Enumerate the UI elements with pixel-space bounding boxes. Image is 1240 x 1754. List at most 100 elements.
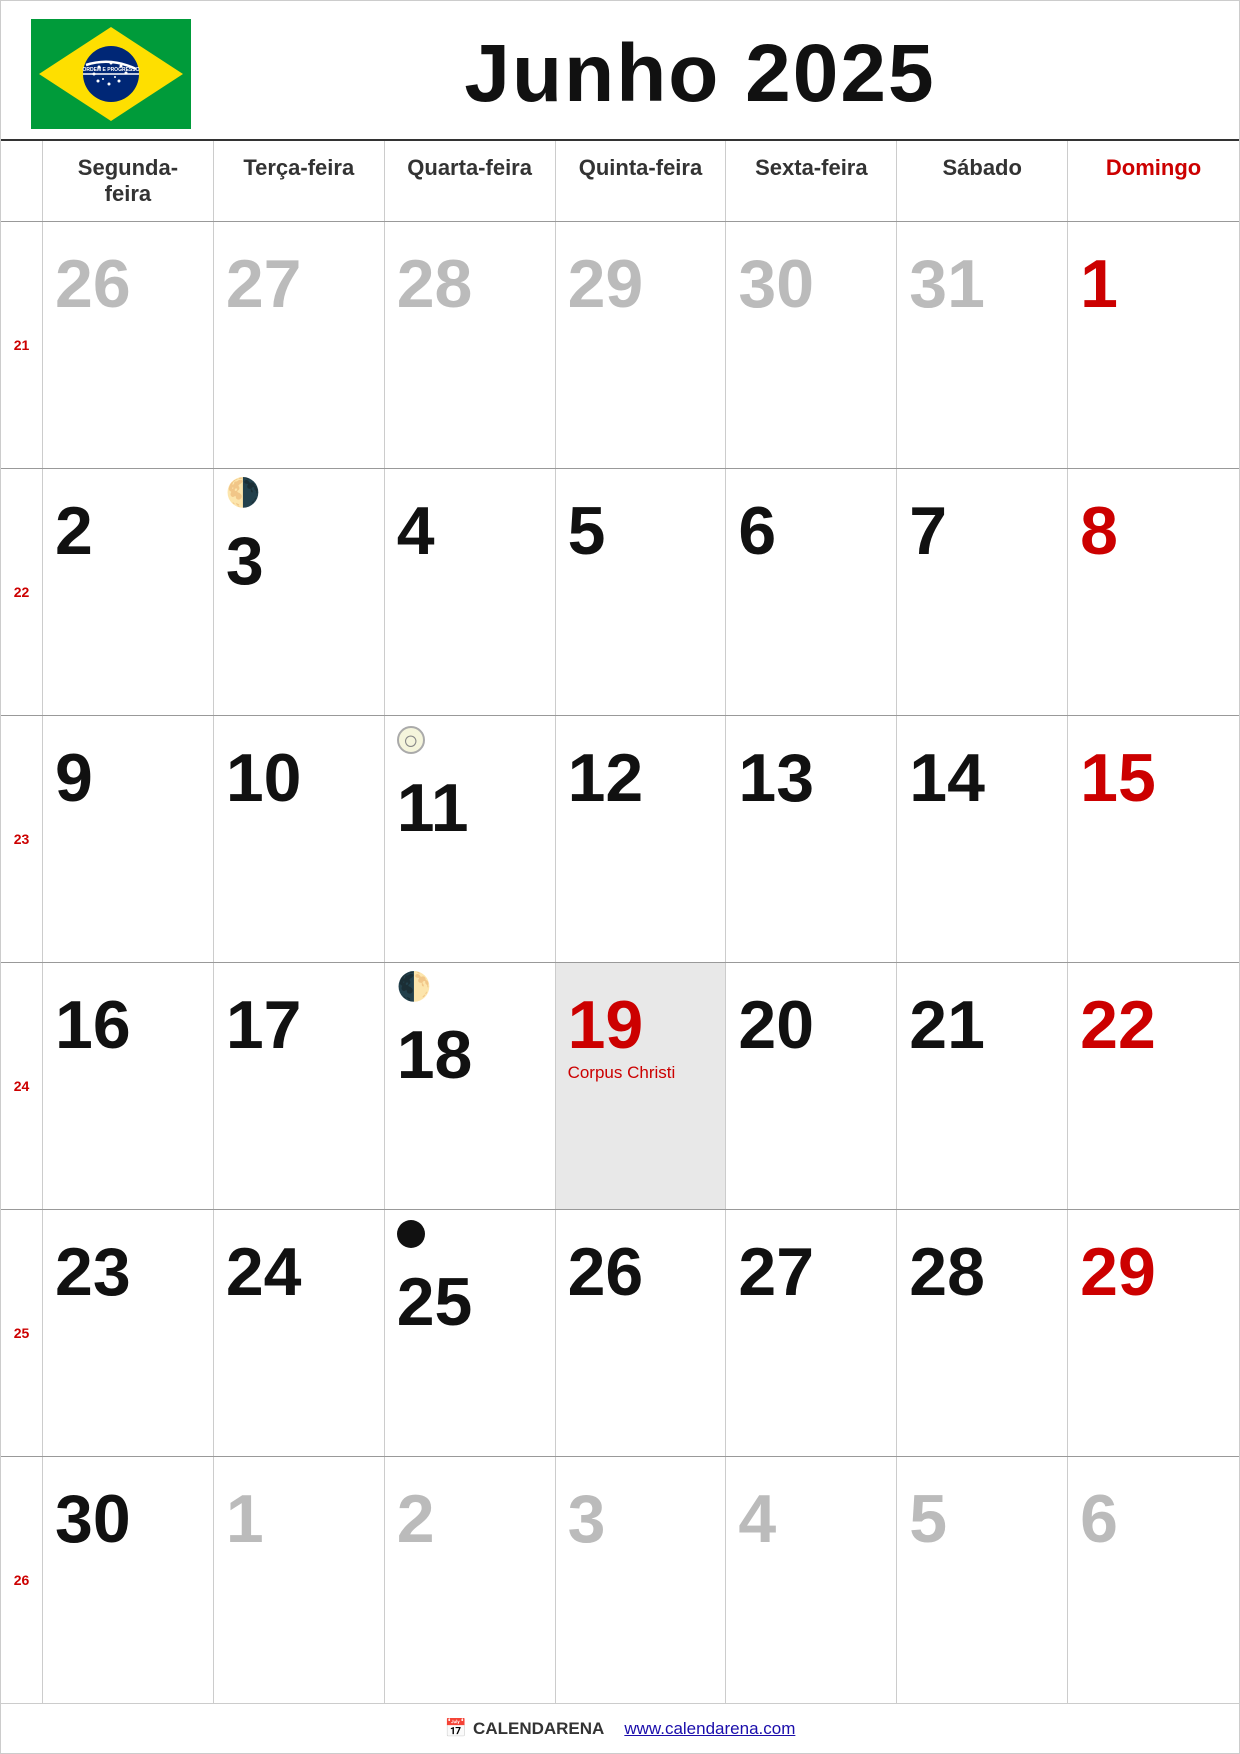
day-num: 23 (55, 1238, 131, 1306)
day-cell-jun2: 2 (43, 469, 214, 715)
day-num: 26 (568, 1238, 644, 1306)
day-num: 28 (397, 250, 473, 318)
week-number-25: 25 (1, 1210, 43, 1456)
day-cell-jun27: 27 (726, 1210, 897, 1456)
day-cell-jun11: ○ 11 (385, 716, 556, 962)
footer: 📅 CALENDARENA www.calendarena.com (1, 1703, 1239, 1753)
day-num: 31 (909, 250, 985, 318)
day-cell-may30: 30 (726, 222, 897, 468)
day-num: 27 (738, 1238, 814, 1306)
day-num: 27 (226, 250, 302, 318)
day-num: 9 (55, 744, 93, 812)
day-cell-jul2: 2 (385, 1457, 556, 1703)
header: ORDEM E PROGRESSO Junho 2025 (1, 1, 1239, 141)
day-num: 8 (1080, 497, 1118, 565)
day-cell-jun20: 20 (726, 963, 897, 1209)
day-cell-jun3: 🌗 3 (214, 469, 385, 715)
day-num: 1 (1080, 250, 1118, 318)
day-cell-jun12: 12 (556, 716, 727, 962)
day-num: 18 (397, 1021, 473, 1089)
holiday-label-corpus-christi: Corpus Christi (568, 1063, 676, 1083)
day-num: 6 (1080, 1485, 1118, 1553)
week-row-26: 26 30 1 2 3 4 5 6 (1, 1457, 1239, 1703)
day-cell-jun8: 8 (1068, 469, 1239, 715)
day-num: 17 (226, 991, 302, 1059)
day-num: 5 (568, 497, 606, 565)
day-cell-jun6: 6 (726, 469, 897, 715)
header-monday: Segunda-feira (43, 141, 214, 221)
day-cell-jun13: 13 (726, 716, 897, 962)
day-cell-jun25: 25 (385, 1210, 556, 1456)
header-saturday: Sábado (897, 141, 1068, 221)
day-cell-may31: 31 (897, 222, 1068, 468)
day-num-holiday: 19 (568, 991, 644, 1059)
day-cell-jun7: 7 (897, 469, 1068, 715)
day-num: 28 (909, 1238, 985, 1306)
week-row-24: 24 16 17 🌓 18 19 Corpus Christi 20 21 22 (1, 963, 1239, 1210)
moon-full-moon-icon (397, 1220, 425, 1248)
day-num: 1 (226, 1485, 264, 1553)
day-num: 24 (226, 1238, 302, 1306)
day-num: 3 (226, 527, 264, 595)
week-row-22: 22 2 🌗 3 4 5 6 7 8 (1, 469, 1239, 716)
day-cell-jun26: 26 (556, 1210, 727, 1456)
day-num: 4 (738, 1485, 776, 1553)
day-num: 20 (738, 991, 814, 1059)
moon-new-moon-icon: ○ (397, 726, 425, 754)
moon-last-quarter-icon: 🌗 (226, 479, 261, 507)
footer-url[interactable]: www.calendarena.com (624, 1719, 795, 1739)
day-cell-jun15: 15 (1068, 716, 1239, 962)
day-cell-jun29: 29 (1068, 1210, 1239, 1456)
day-cell-jun24: 24 (214, 1210, 385, 1456)
day-cell-jun10: 10 (214, 716, 385, 962)
week-number-26: 26 (1, 1457, 43, 1703)
weeks-container: 21 26 27 28 29 30 31 1 22 2 🌗 3 4 5 6 (1, 222, 1239, 1703)
day-num: 21 (909, 991, 985, 1059)
day-cell-may29: 29 (556, 222, 727, 468)
day-num: 16 (55, 991, 131, 1059)
day-cell-may28: 28 (385, 222, 556, 468)
day-num: 22 (1080, 991, 1156, 1059)
day-headers-row: Segunda-feira Terça-feira Quarta-feira Q… (1, 141, 1239, 222)
brazil-flag: ORDEM E PROGRESSO (31, 19, 191, 129)
day-cell-jun5: 5 (556, 469, 727, 715)
day-cell-jun18: 🌓 18 (385, 963, 556, 1209)
calendar-icon: 📅 (445, 1718, 467, 1739)
day-cell-jun23: 23 (43, 1210, 214, 1456)
day-num: 12 (568, 744, 644, 812)
day-cell-jun30: 30 (43, 1457, 214, 1703)
day-cell-jun9: 9 (43, 716, 214, 962)
day-cell-jun16: 16 (43, 963, 214, 1209)
week-row-23: 23 9 10 ○ 11 12 13 14 15 (1, 716, 1239, 963)
day-cell-jul6: 6 (1068, 1457, 1239, 1703)
day-cell-jul4: 4 (726, 1457, 897, 1703)
day-cell-jul1: 1 (214, 1457, 385, 1703)
header-tuesday: Terça-feira (214, 141, 385, 221)
day-cell-jun19-holiday: 19 Corpus Christi (556, 963, 727, 1209)
calendar: ORDEM E PROGRESSO Junho 2025 Se (0, 0, 1240, 1754)
day-num: 2 (397, 1485, 435, 1553)
day-num: 30 (738, 250, 814, 318)
month-year-title: Junho 2025 (191, 27, 1209, 121)
day-num: 26 (55, 250, 131, 318)
day-num: 4 (397, 497, 435, 565)
day-num: 5 (909, 1485, 947, 1553)
day-cell-jun22: 22 (1068, 963, 1239, 1209)
day-cell-jun21: 21 (897, 963, 1068, 1209)
header-friday: Sexta-feira (726, 141, 897, 221)
footer-brand: 📅 CALENDARENA (445, 1718, 605, 1739)
week-number-22: 22 (1, 469, 43, 715)
day-cell-may26: 26 (43, 222, 214, 468)
day-cell-jun17: 17 (214, 963, 385, 1209)
title-text: Junho 2025 (464, 28, 935, 119)
week-number-24: 24 (1, 963, 43, 1209)
week-number-23: 23 (1, 716, 43, 962)
week-num-header (1, 141, 43, 221)
day-num: 30 (55, 1485, 131, 1553)
day-cell-jul3: 3 (556, 1457, 727, 1703)
week-row-21: 21 26 27 28 29 30 31 1 (1, 222, 1239, 469)
week-row-25: 25 23 24 25 26 27 28 29 (1, 1210, 1239, 1457)
header-thursday: Quinta-feira (556, 141, 727, 221)
day-cell-jun28: 28 (897, 1210, 1068, 1456)
moon-first-quarter-icon: 🌓 (397, 973, 432, 1001)
